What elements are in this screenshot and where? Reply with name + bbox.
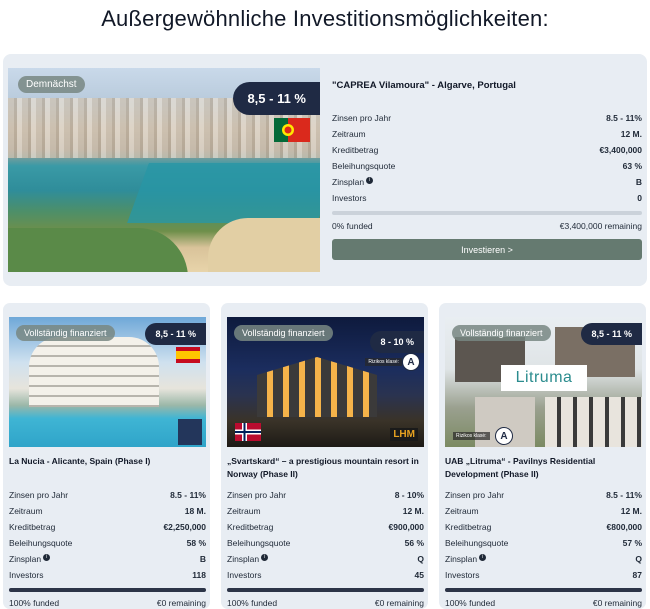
- funding-progress-bar: [9, 588, 206, 592]
- interest-rate-badge: 8,5 - 11 %: [581, 323, 642, 345]
- interest-rate-badge: 8,5 - 11 %: [233, 82, 320, 115]
- row-loan-amount: Kreditbetrag €800,000: [445, 522, 642, 532]
- norway-flag-icon: [235, 423, 261, 441]
- funding-status: 100% funded €0 remaining: [445, 598, 642, 608]
- funding-status: 100% funded €0 remaining: [227, 598, 424, 608]
- row-period: Zeitraum 12 M.: [332, 129, 642, 139]
- info-icon[interactable]: i: [479, 554, 487, 561]
- project-image-la-nucia[interactable]: Vollständig finanziert 8,5 - 11 %: [9, 317, 206, 447]
- status-badge: Vollständig finanziert: [452, 325, 551, 341]
- row-ltv: Beleihungsquote 58 %: [9, 538, 206, 548]
- logo-lhm: LHM: [390, 428, 418, 441]
- row-loan-amount: Kreditbetrag €2,250,000: [9, 522, 206, 532]
- funding-progress-bar: [445, 588, 642, 592]
- row-ltv: Beleihungsquote 63 %: [332, 161, 642, 171]
- row-ltv: Beleihungsquote 56 %: [227, 538, 424, 548]
- interest-rate-badge: 8 - 10 %: [370, 331, 424, 353]
- funding-progress-bar: [332, 211, 642, 215]
- logo-litruma: Litruma: [501, 365, 587, 391]
- risk-class-badge: A: [495, 427, 513, 445]
- status-badge: Vollständig finanziert: [16, 325, 115, 341]
- status-badge: Vollständig finanziert: [234, 325, 333, 341]
- risk-class-label: Rizikos klasė:: [453, 432, 490, 440]
- funding-status: 100% funded €0 remaining: [9, 598, 206, 608]
- status-badge: Demnächst: [18, 76, 85, 93]
- info-icon[interactable]: i: [43, 554, 51, 561]
- portugal-flag-icon: [274, 118, 310, 142]
- interest-rate-badge: 8,5 - 11 %: [145, 323, 206, 345]
- project-title[interactable]: La Nucia - Alicante, Spain (Phase I): [9, 455, 206, 468]
- row-interest-plan: Zinsplan i Q: [227, 554, 424, 564]
- row-investors: Investors 87: [445, 570, 642, 580]
- row-interest-plan: Zinsplan i B: [9, 554, 206, 564]
- project-card-svartskard[interactable]: Vollständig finanziert 8 - 10 % Rizikos …: [221, 303, 428, 609]
- row-interest: Zinsen pro Jahr 8.5 - 11%: [9, 490, 206, 500]
- info-icon[interactable]: i: [366, 177, 374, 184]
- project-title[interactable]: "CAPREA Vilamoura" - Algarve, Portugal: [332, 80, 642, 110]
- row-interest: Zinsen pro Jahr 8.5 - 11%: [445, 490, 642, 500]
- funding-status: 0% funded €3,400,000 remaining: [332, 221, 642, 231]
- row-period: Zeitraum 12 M.: [445, 506, 642, 516]
- row-period: Zeitraum 12 M.: [227, 506, 424, 516]
- project-image-litruma[interactable]: Vollständig finanziert 8,5 - 11 % Litrum…: [445, 317, 642, 447]
- funding-progress-bar: [227, 588, 424, 592]
- featured-project-info: "CAPREA Vilamoura" - Algarve, Portugal Z…: [332, 68, 642, 260]
- row-interest-plan: Zinsplan i Q: [445, 554, 642, 564]
- row-investors: Investors 45: [227, 570, 424, 580]
- risk-class-label: Rizikos klasė:: [365, 358, 402, 366]
- row-investors: Investors 118: [9, 570, 206, 580]
- row-interest-plan: Zinsplan i B: [332, 177, 642, 187]
- page-heading: Außergewöhnliche Investitionsmöglichkeit…: [101, 6, 549, 31]
- row-period: Zeitraum 18 M.: [9, 506, 206, 516]
- project-title[interactable]: UAB „Litruma“ - Pavilnys Residential Dev…: [445, 455, 642, 481]
- row-ltv: Beleihungsquote 57 %: [445, 538, 642, 548]
- spain-flag-icon: [176, 347, 200, 363]
- project-title[interactable]: „Svartskard“ – a prestigious mountain re…: [227, 455, 424, 481]
- project-image-vilamoura[interactable]: Demnächst 8,5 - 11 %: [8, 68, 320, 272]
- risk-class-badge: A: [402, 353, 420, 371]
- row-loan-amount: Kreditbetrag €900,000: [227, 522, 424, 532]
- project-card-la-nucia[interactable]: Vollständig finanziert 8,5 - 11 % La Nuc…: [3, 303, 210, 609]
- row-loan-amount: Kreditbetrag €3,400,000: [332, 145, 642, 155]
- row-investors: Investors 0: [332, 193, 642, 203]
- project-image-svartskard[interactable]: Vollständig finanziert 8 - 10 % Rizikos …: [227, 317, 424, 447]
- invest-button[interactable]: Investieren >: [332, 239, 642, 260]
- info-icon[interactable]: i: [261, 554, 269, 561]
- logo-icon: [178, 419, 202, 445]
- featured-project-card[interactable]: Demnächst 8,5 - 11 % "CAPREA Vilamoura" …: [3, 54, 647, 286]
- row-interest: Zinsen pro Jahr 8 - 10%: [227, 490, 424, 500]
- project-card-litruma[interactable]: Vollständig finanziert 8,5 - 11 % Litrum…: [439, 303, 646, 609]
- row-interest: Zinsen pro Jahr 8.5 - 11%: [332, 113, 642, 123]
